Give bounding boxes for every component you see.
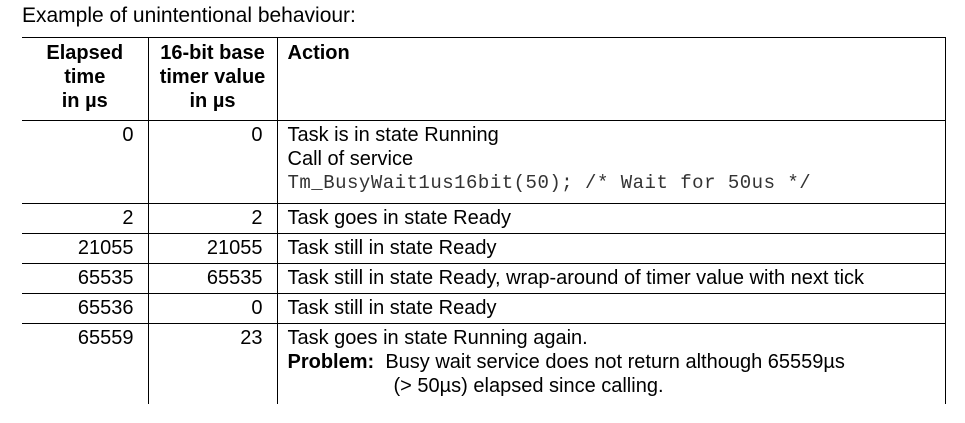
action-cell: Task still in state Ready, wrap-around o…	[276, 263, 946, 294]
problem-text-continued: (> 50µs) elapsed since calling.	[393, 375, 664, 397]
elapsed-cell: 0	[22, 120, 149, 204]
document-page: Example of unintentional behaviour: Elap…	[0, 0, 965, 423]
problem-text: Busy wait service does not return althou…	[385, 351, 845, 373]
elapsed-cell: 65536	[22, 293, 149, 324]
timer-cell: 21055	[147, 233, 278, 264]
table-row: 2 2 Task goes in state Ready	[22, 203, 946, 234]
action-text: Task is in state Running	[287, 124, 499, 146]
problem-label: Problem:	[287, 351, 375, 373]
action-cell: Task goes in state Ready	[276, 203, 946, 234]
elapsed-cell: 2	[22, 203, 149, 234]
elapsed-cell: 65535	[22, 263, 149, 294]
table-header-row: Elapsed time in µs 16-bit base timer val…	[22, 37, 946, 121]
table-row: 65536 0 Task still in state Ready	[22, 293, 946, 324]
table-row: 65535 65535 Task still in state Ready, w…	[22, 263, 946, 294]
table-caption: Example of unintentional behaviour:	[22, 4, 356, 27]
timer-cell: 0	[147, 293, 278, 324]
elapsed-cell: 65559	[22, 323, 149, 404]
timer-cell: 2	[147, 203, 278, 234]
elapsed-cell: 21055	[22, 233, 149, 264]
action-cell: Task still in state Ready	[276, 293, 946, 324]
problem-line: Problem: Busy wait service does not retu…	[288, 350, 939, 374]
code-snippet: Tm_BusyWait1us16bit(50); /* Wait for 50u…	[287, 172, 812, 194]
header-elapsed-time: Elapsed time in µs	[22, 37, 149, 121]
action-text: Call of service	[287, 148, 414, 170]
action-cell: Task goes in state Running again. Proble…	[276, 323, 946, 404]
action-cell: Task is in state Running Call of service…	[276, 120, 946, 204]
table-row: 21055 21055 Task still in state Ready	[22, 233, 946, 264]
timer-cell: 0	[147, 120, 278, 204]
table-row: 0 0 Task is in state Running Call of ser…	[22, 120, 946, 204]
timer-cell: 65535	[147, 263, 278, 294]
action-text: Task goes in state Running again.	[287, 327, 588, 349]
action-cell: Task still in state Ready	[276, 233, 946, 264]
header-action: Action	[276, 37, 946, 121]
header-timer-value: 16-bit base timer value in µs	[147, 37, 278, 121]
timer-cell: 23	[147, 323, 278, 404]
behaviour-table: Elapsed time in µs 16-bit base timer val…	[22, 37, 946, 404]
table-row: 65559 23 Task goes in state Running agai…	[22, 323, 946, 404]
